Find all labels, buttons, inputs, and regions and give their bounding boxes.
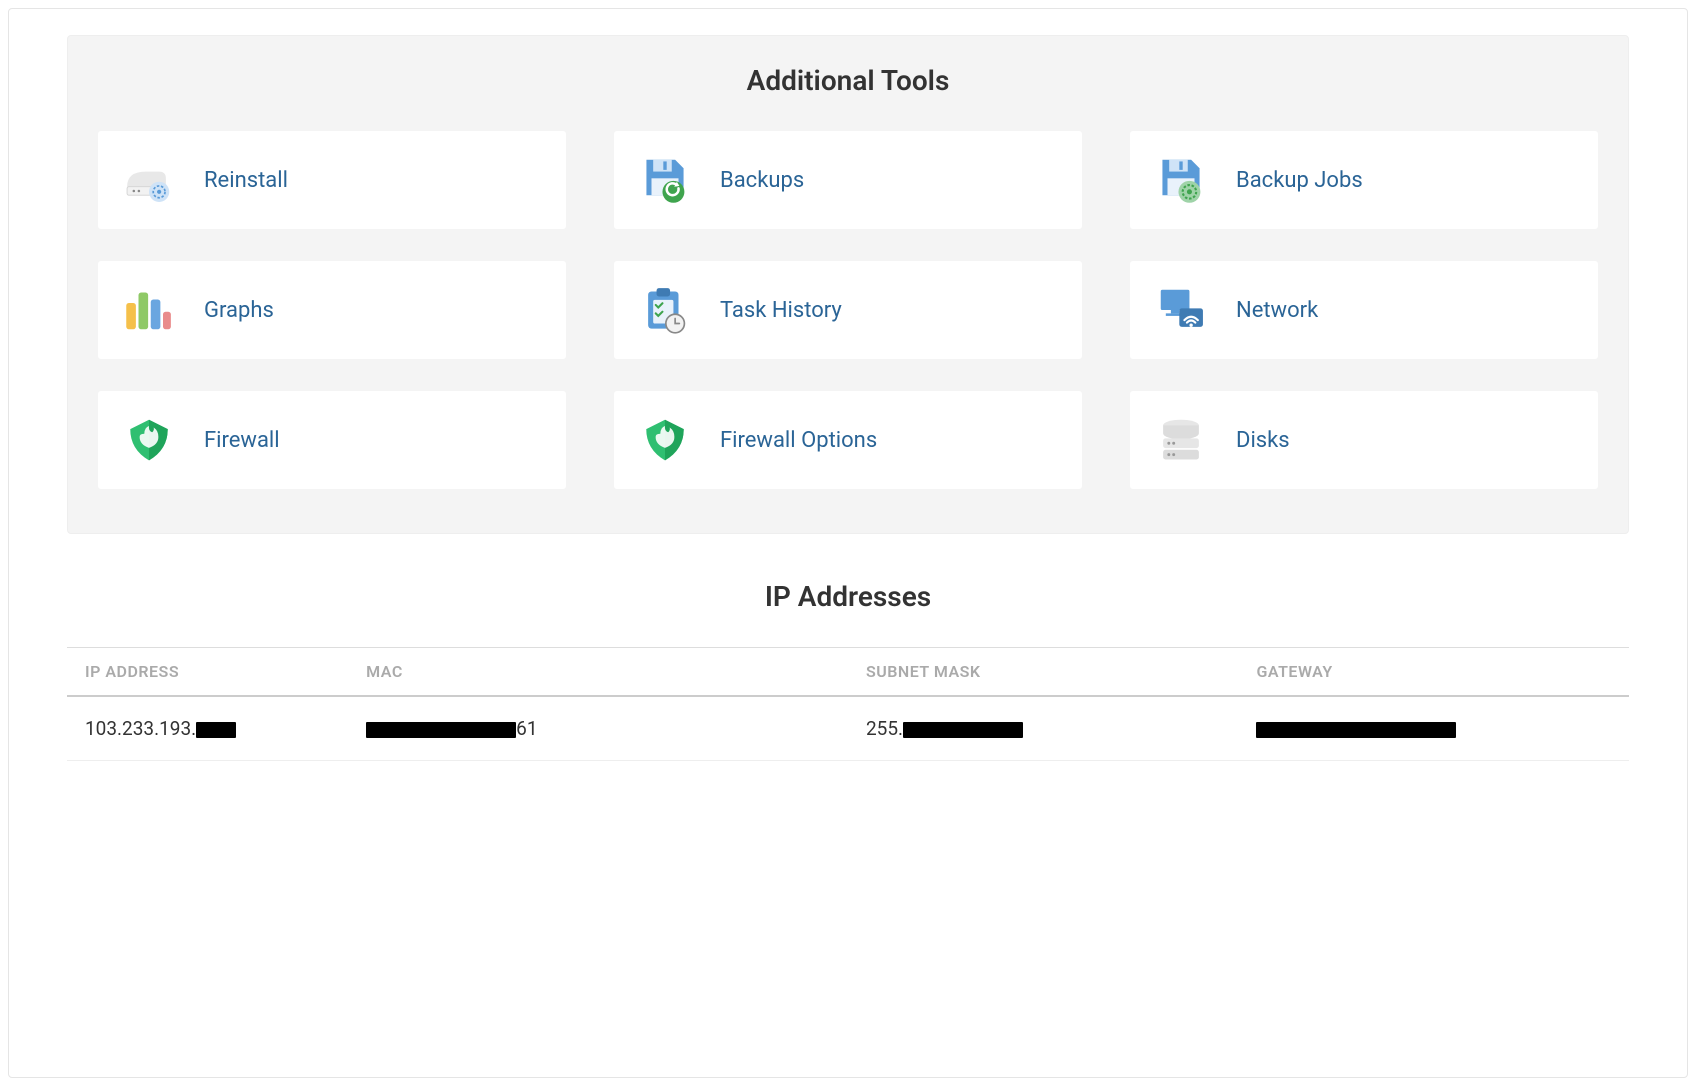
- backups-icon: [636, 151, 694, 209]
- tool-card-backup-jobs[interactable]: Backup Jobs: [1130, 131, 1598, 229]
- cell-subnet-mask: 255.: [848, 696, 1239, 761]
- tool-card-network[interactable]: Network: [1130, 261, 1598, 359]
- tool-label: Backups: [720, 168, 804, 193]
- tool-card-reinstall[interactable]: Reinstall: [98, 131, 566, 229]
- additional-tools-panel: Additional Tools Reinstall: [67, 35, 1629, 534]
- tool-label: Disks: [1236, 428, 1290, 453]
- tool-label: Firewall: [204, 428, 280, 453]
- redacted-block: [903, 722, 1023, 738]
- tool-label: Backup Jobs: [1236, 168, 1363, 193]
- redacted-block: [366, 722, 516, 738]
- ip-addresses-title: IP Addresses: [67, 580, 1629, 613]
- redacted-block: [1256, 722, 1456, 738]
- graphs-icon: [120, 281, 178, 339]
- tool-label: Task History: [720, 298, 842, 323]
- tool-card-firewall-options[interactable]: Firewall Options: [614, 391, 1082, 489]
- page-container: Additional Tools Reinstall: [8, 8, 1688, 1078]
- tool-label: Network: [1236, 298, 1318, 323]
- table-row: 103.233.193. 61 255.: [67, 696, 1629, 761]
- reinstall-icon: [120, 151, 178, 209]
- firewall-options-icon: [636, 411, 694, 469]
- additional-tools-title: Additional Tools: [98, 64, 1598, 97]
- cell-gateway: [1238, 696, 1629, 761]
- col-subnet-mask: SUBNET MASK: [848, 648, 1239, 697]
- tool-label: Firewall Options: [720, 428, 877, 453]
- tool-card-task-history[interactable]: Task History: [614, 261, 1082, 359]
- task-history-icon: [636, 281, 694, 339]
- ip-addresses-section: IP Addresses IP ADDRESS MAC SUBNET MASK …: [67, 580, 1629, 761]
- redacted-block: [196, 722, 236, 738]
- ip-addresses-table: IP ADDRESS MAC SUBNET MASK GATEWAY 103.2…: [67, 647, 1629, 761]
- cell-mac: 61: [348, 696, 848, 761]
- network-icon: [1152, 281, 1210, 339]
- backup-jobs-icon: [1152, 151, 1210, 209]
- tools-grid: Reinstall Backups: [98, 131, 1598, 489]
- firewall-icon: [120, 411, 178, 469]
- cell-ip-address: 103.233.193.: [67, 696, 348, 761]
- tool-label: Reinstall: [204, 168, 288, 193]
- disks-icon: [1152, 411, 1210, 469]
- tool-card-firewall[interactable]: Firewall: [98, 391, 566, 489]
- tool-label: Graphs: [204, 298, 274, 323]
- col-ip-address: IP ADDRESS: [67, 648, 348, 697]
- tool-card-disks[interactable]: Disks: [1130, 391, 1598, 489]
- tool-card-graphs[interactable]: Graphs: [98, 261, 566, 359]
- tool-card-backups[interactable]: Backups: [614, 131, 1082, 229]
- col-gateway: GATEWAY: [1238, 648, 1629, 697]
- col-mac: MAC: [348, 648, 848, 697]
